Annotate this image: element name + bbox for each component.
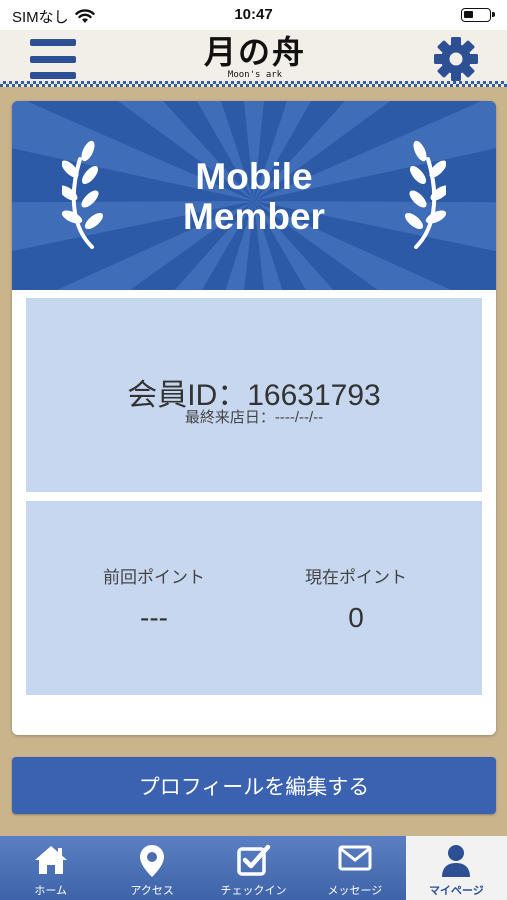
tab-checkin[interactable]: チェックイン (203, 836, 304, 900)
member-card: Mobile Member 会員ID：16631793 最終来店日：----/-… (12, 101, 496, 735)
previous-points-value: --- (140, 602, 168, 633)
tab-mypage-label: マイページ (428, 884, 484, 897)
tab-mypage[interactable]: マイページ (405, 836, 507, 900)
tab-home-label: ホーム (34, 884, 68, 897)
tab-message[interactable]: メッセージ (304, 836, 405, 900)
edit-profile-button[interactable]: プロフィールを編集する (12, 757, 496, 814)
tab-access-label: アクセス (130, 884, 174, 897)
menu-bar-icon (30, 72, 76, 79)
menu-bar-icon (30, 39, 76, 46)
current-points: 現在ポイント 0 (256, 563, 456, 634)
menu-bar-icon (30, 55, 76, 63)
map-pin-icon (140, 845, 165, 877)
tab-message-label: メッセージ (327, 884, 383, 897)
tab-access[interactable]: アクセス (101, 836, 202, 900)
battery-icon (461, 8, 495, 22)
member-info-panel: 会員ID：16631793 最終来店日：----/--/-- (26, 298, 482, 492)
logo[interactable]: 月の舟 Moon's ark (180, 34, 330, 84)
tab-home[interactable]: ホーム (0, 836, 101, 900)
settings-button[interactable] (433, 36, 479, 82)
tab-checkin-label: チェックイン (220, 884, 287, 897)
envelope-icon (338, 845, 372, 871)
tab-bar: ホーム アクセス チェックイン メッセージ マイページ (0, 836, 507, 900)
logo-main-text: 月の舟 (203, 33, 306, 71)
laurel-right-icon (404, 140, 446, 249)
last-visit-date: 最終来店日：----/--/-- (184, 409, 324, 426)
current-points-label: 現在ポイント (305, 568, 407, 587)
menu-button[interactable] (30, 39, 76, 79)
previous-points: 前回ポイント --- (54, 563, 254, 634)
status-time: 10:47 (234, 6, 273, 23)
user-icon (442, 845, 471, 877)
home-icon (34, 846, 67, 874)
app-header: 月の舟 Moon's ark (0, 30, 507, 87)
checkbox-icon (236, 844, 270, 876)
member-banner: Mobile Member (12, 101, 496, 290)
points-panel: 前回ポイント --- 現在ポイント 0 (26, 501, 482, 695)
status-bar: SIMなし 10:47 (0, 0, 507, 30)
header-pattern (0, 81, 507, 87)
logo-sub-text: Moon's ark (227, 70, 283, 80)
previous-points-label: 前回ポイント (103, 568, 205, 587)
gear-icon (434, 37, 478, 81)
current-points-value: 0 (348, 602, 364, 633)
